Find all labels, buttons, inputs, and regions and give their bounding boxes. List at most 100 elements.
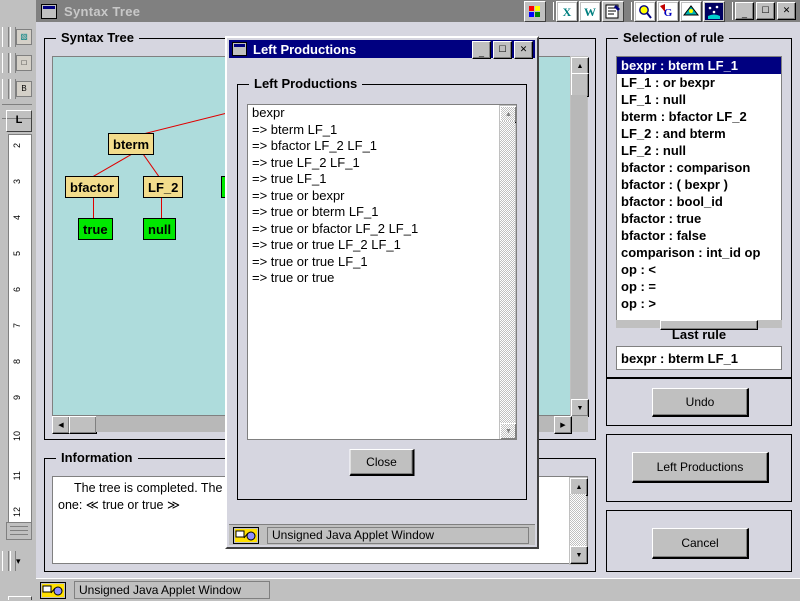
sum-icon[interactable]: Σ — [8, 596, 32, 600]
close-button[interactable]: ✕ — [777, 2, 796, 20]
rule-list-item[interactable]: op : > — [617, 295, 781, 312]
left-productions-button[interactable]: Left Productions — [632, 452, 769, 483]
ruler-mark: 8 — [12, 359, 22, 365]
dialog-minimize-button[interactable]: _ — [472, 41, 491, 59]
ruler-mark: 7 — [12, 323, 22, 329]
rule-list-item[interactable]: bfactor : bool_id — [617, 193, 781, 210]
undo-button[interactable]: Undo — [652, 388, 749, 417]
scroll-down-arrow[interactable]: ▼ — [500, 423, 516, 439]
excel-icon[interactable]: X — [556, 0, 578, 22]
minimize-button[interactable]: _ — [735, 2, 754, 20]
word-icon[interactable]: W — [579, 0, 601, 22]
ruler-mark: 4 — [12, 215, 22, 221]
tree-node[interactable]: null — [143, 218, 177, 240]
tree-edge — [161, 196, 162, 218]
tree-node[interactable]: LF_2 — [143, 176, 184, 198]
rule-list[interactable]: bexpr : bterm LF_1 LF_1 : or bexpr LF_1 … — [616, 56, 782, 322]
rule-list-item[interactable]: bfactor : false — [617, 227, 781, 244]
selection-of-rule-legend: Selection of rule — [618, 30, 730, 45]
window-icon — [41, 3, 57, 19]
information-scroll-track[interactable] — [570, 494, 586, 548]
production-item: => bfactor LF_2 LF_1 — [252, 138, 378, 153]
productions-scrollbar[interactable]: ▲ ▼ — [499, 105, 516, 439]
dialog-close-action-button[interactable]: Close — [349, 449, 415, 476]
production-item: bexpr — [252, 105, 285, 120]
tree-edge — [93, 153, 134, 177]
ruler-mark: 6 — [12, 287, 22, 293]
maximize-button[interactable]: ☐ — [756, 2, 775, 20]
tree-edge — [141, 110, 236, 135]
dialog-close-button[interactable]: ✕ — [514, 41, 533, 59]
tree-scroll-thumb[interactable] — [571, 73, 589, 97]
ruler-mark: 10 — [12, 431, 22, 442]
dialog-title: Left Productions — [253, 41, 357, 57]
scroll-down-arrow[interactable]: ▼ — [571, 399, 589, 417]
scroll-down-arrow[interactable]: ▼ — [570, 546, 588, 564]
rule-list-item[interactable]: op : = — [617, 278, 781, 295]
scroll-left-arrow[interactable]: ◀ — [52, 416, 70, 434]
background-toolbar-row: ▾ — [2, 548, 21, 574]
rule-list-item[interactable]: LF_2 : null — [617, 142, 781, 159]
notepad-icon[interactable] — [602, 0, 624, 22]
last-rule-field[interactable]: bexpr : bterm LF_1 — [616, 346, 782, 370]
tree-edge — [93, 196, 94, 218]
cancel-button[interactable]: Cancel — [652, 528, 749, 559]
last-rule-label: Last rule — [671, 327, 727, 342]
svg-text:W: W — [584, 5, 596, 19]
rule-list-item[interactable]: LF_1 : or bexpr — [617, 74, 781, 91]
rule-list-item[interactable]: bfactor : comparison — [617, 159, 781, 176]
dialog-maximize-button[interactable]: ☐ — [493, 41, 512, 59]
scroll-right-arrow[interactable]: ▶ — [554, 416, 572, 434]
rule-list-item[interactable]: bexpr : bterm LF_1 — [617, 57, 781, 74]
production-item: => true or bterm LF_1 — [252, 204, 379, 219]
productions-list[interactable]: bexpr => bterm LF_1 => bfactor LF_2 LF_1… — [247, 104, 517, 440]
tree-node[interactable]: true — [78, 218, 113, 240]
ruler-corner-label: L — [15, 114, 23, 126]
dialog-status-text: Unsigned Java Applet Window — [267, 526, 529, 544]
tree-node[interactable]: bfactor — [65, 176, 120, 198]
tray-divider — [627, 2, 632, 20]
ruler-mark: 3 — [12, 179, 22, 185]
media-icon[interactable] — [703, 0, 725, 22]
paint-icon[interactable]: G — [657, 0, 679, 22]
java-applet-icon — [40, 581, 66, 599]
rule-list-item[interactable]: LF_2 : and bterm — [617, 125, 781, 142]
production-item: => true or bexpr — [252, 187, 345, 203]
tray-divider — [549, 2, 554, 20]
dialog-status-bar: Unsigned Java Applet Window — [229, 524, 535, 545]
rule-list-item[interactable]: bfactor : true — [617, 210, 781, 227]
style-dropdown[interactable]: ▾ — [16, 556, 21, 567]
rule-list-item[interactable]: comparison : int_id op — [617, 244, 781, 261]
dialog-title-bar[interactable]: Left Productions _ ☐ ✕ — [229, 40, 535, 59]
information-scrollbar[interactable]: ▲ ▼ — [569, 477, 588, 565]
tree-scroll-thumb-h[interactable] — [69, 416, 97, 434]
applet-status-text: Unsigned Java Applet Window — [74, 581, 270, 599]
rule-list-item[interactable]: op : < — [617, 261, 781, 278]
search-icon[interactable] — [634, 0, 656, 22]
production-item: => true or true LF_1 — [252, 253, 368, 269]
production-item: => true or bfactor LF_2 LF_1 — [252, 220, 419, 236]
production-item: => true or true LF_2 LF_1 — [252, 237, 401, 252]
vertical-ruler[interactable]: 2 3 4 5 6 7 8 9 10 11 12 — [8, 134, 32, 526]
tree-vertical-scrollbar[interactable]: ▲ ▼ — [570, 56, 589, 418]
ruler-mark: 11 — [12, 471, 22, 481]
toolbar-grip — [2, 27, 9, 47]
tree-node[interactable]: bterm — [108, 133, 155, 155]
network-icon[interactable] — [680, 0, 702, 22]
rule-list-item[interactable]: bfactor : ( bexpr ) — [617, 176, 781, 193]
productions-scroll-track[interactable] — [500, 121, 515, 425]
dialog-window-buttons: _ ☐ ✕ — [472, 41, 533, 59]
dialog-body: Left Productions bexpr => bterm LF_1 => … — [229, 60, 535, 523]
left-productions-dialog: Left Productions _ ☐ ✕ Left Productions … — [225, 36, 539, 549]
svg-text:X: X — [563, 5, 572, 19]
colors-icon[interactable] — [524, 0, 546, 22]
rule-list-item[interactable]: LF_1 : null — [617, 91, 781, 108]
information-legend: Information — [56, 450, 138, 465]
rule-list-item[interactable]: bterm : bfactor LF_2 — [617, 108, 781, 125]
tree-scroll-track[interactable] — [571, 95, 587, 401]
scroll-grip[interactable] — [6, 522, 32, 540]
window-title-bar[interactable]: Syntax Tree X W G _ ☐ ✕ — [36, 0, 800, 22]
production-item: => true LF_1 — [252, 171, 327, 186]
ruler-corner-button[interactable]: L — [6, 110, 32, 132]
tree-edge — [142, 153, 160, 177]
